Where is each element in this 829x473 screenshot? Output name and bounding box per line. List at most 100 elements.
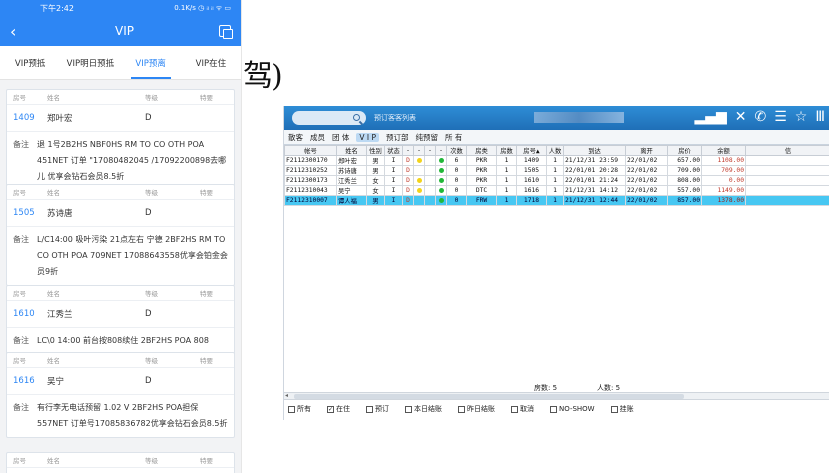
checkbox-icon[interactable]: [610, 405, 618, 413]
col-account[interactable]: 帐号: [284, 145, 337, 156]
cell-account: F2112310252: [284, 165, 337, 176]
filter-0[interactable]: 所有: [288, 404, 311, 414]
cell-name: 江秀兰: [336, 175, 367, 186]
guest-card[interactable]: 房号 姓名 等级 特要 1610 江秀兰 D 备注 LC\0 14:00 前台按…: [6, 285, 235, 355]
room-number[interactable]: 1616: [13, 376, 47, 386]
guest-card[interactable]: 房号 姓名 等级 特要 1505 苏诗唐 D 备注 L/C14:00 吸叶污染 …: [6, 184, 235, 286]
col-flag-1[interactable]: -: [402, 145, 414, 156]
cell-flag-4: [435, 175, 447, 186]
cell-flag-2: [413, 185, 425, 196]
menu-vip[interactable]: V I P: [356, 132, 380, 142]
menu-member[interactable]: 成员: [310, 132, 325, 143]
menu-reserve-only[interactable]: 纯预留: [416, 132, 439, 143]
horizontal-scrollbar[interactable]: ◂: [284, 392, 829, 400]
search-box[interactable]: [292, 111, 366, 125]
col-room-number[interactable]: 房号▲: [516, 145, 547, 156]
filter-label: 预订: [375, 405, 389, 413]
col-arrival[interactable]: 到达: [563, 145, 626, 156]
room-number[interactable]: 1409: [13, 113, 47, 123]
checkbox-icon[interactable]: [366, 405, 373, 413]
header-room: 房号: [13, 189, 26, 197]
signal-icon[interactable]: ▂▄▆: [694, 109, 726, 125]
note-text: 有行李无电话预留 1.02 V 2BF2HS POA担保 557NET 订单号1…: [37, 403, 228, 428]
col-name[interactable]: 姓名: [336, 145, 367, 156]
table-row[interactable]: F2112300173 江秀兰女 I D 0 PKR 1 1610 1 22/01/01 21:2…: [284, 175, 829, 186]
table-row[interactable]: F2112300170 郑叶宏男 I D 6 PKR 1 1409 1 21/12/31 23:5…: [284, 155, 829, 166]
guest-table: 帐号 姓名 性别 状态 - - - - 次数 房类 房数 房号▲ 人数 到达 离…: [284, 145, 829, 206]
room-number[interactable]: 1610: [13, 309, 47, 319]
menu-all[interactable]: 所 有: [445, 132, 462, 143]
header-grade: 等级: [145, 290, 158, 298]
col-flag-4[interactable]: -: [435, 145, 447, 156]
header-name: 姓名: [47, 457, 60, 465]
col-departure[interactable]: 离开: [625, 145, 668, 156]
col-guests[interactable]: 人数: [546, 145, 564, 156]
phone-icon[interactable]: ✆: [754, 109, 766, 125]
tab-vip-arrival[interactable]: VIP预抵: [0, 46, 60, 79]
table-row[interactable]: F2112310252 苏诗唐男 I D 0 PKR 1 1505 1 22/01/01 20:2…: [284, 165, 829, 176]
status-bar: 下午2:42 0.1K/s ◷ ᵢₗ ᵢₗ ᯤ ▭: [0, 0, 241, 16]
checkbox-icon[interactable]: [511, 405, 518, 413]
yellow-status-dot-icon: [416, 187, 422, 193]
filter-6[interactable]: NO-SHOW: [550, 404, 595, 414]
filter-1[interactable]: ✓ 在住: [327, 404, 350, 414]
cell-rate: 857.00: [667, 195, 702, 206]
tab-vip-departure[interactable]: VIP预离: [121, 46, 181, 79]
col-flag-2[interactable]: -: [413, 145, 425, 156]
filter-4[interactable]: 昨日结账: [458, 404, 495, 414]
checkbox-icon[interactable]: ✓: [327, 405, 334, 413]
col-credit[interactable]: 信: [745, 145, 829, 156]
menu-walkin[interactable]: 散客: [288, 132, 303, 143]
menu-booking-dept[interactable]: 预订部: [386, 132, 409, 143]
guest-card[interactable]: 房号 姓名 等级 特要: [6, 452, 235, 473]
col-gender[interactable]: 性别: [366, 145, 385, 156]
cell-flag-1: D: [402, 175, 414, 186]
tab-vip-tomorrow-arrival[interactable]: VIP明日预抵: [60, 46, 120, 79]
guest-row: 1409 郑叶宏 D: [7, 105, 234, 132]
guest-card[interactable]: 房号 姓名 等级 特要 1409 郑叶宏 D 备注 退 1号2B2HS NBF0…: [6, 89, 235, 191]
checkbox-icon[interactable]: [458, 405, 465, 413]
header-name: 姓名: [47, 189, 60, 197]
room-number[interactable]: 1505: [13, 208, 47, 218]
checkbox-icon[interactable]: [288, 405, 295, 413]
pms-toolbar: 预订客客列表 ▂▄▆ ✕ ✆ ☰ ☆ Ⅲ: [284, 106, 829, 130]
cell-room-count: 1: [496, 155, 517, 166]
copy-icon[interactable]: [218, 25, 233, 39]
cell-status: I: [384, 165, 403, 176]
status-time: 下午2:42: [40, 3, 74, 13]
back-arrow-icon[interactable]: ‹: [10, 22, 30, 41]
cell-account: F2112310043: [284, 185, 337, 196]
col-rate[interactable]: 房价: [667, 145, 702, 156]
filter-3[interactable]: 本日结账: [405, 404, 442, 414]
guest-name: 江秀兰: [47, 310, 73, 320]
cell-room-count: 1: [496, 185, 517, 196]
col-room-count[interactable]: 房数: [496, 145, 517, 156]
scroll-thumb[interactable]: [294, 394, 684, 399]
cell-arrival: 22/01/01 20:28: [563, 165, 626, 176]
filter-7[interactable]: 挂账: [610, 404, 634, 414]
checkbox-icon[interactable]: [405, 405, 412, 413]
col-visits[interactable]: 次数: [446, 145, 467, 156]
tab-vip-in-house[interactable]: VIP在住: [181, 46, 241, 79]
col-status[interactable]: 状态: [384, 145, 403, 156]
tools-icon[interactable]: ✕: [735, 109, 747, 125]
col-balance[interactable]: 余额: [701, 145, 746, 156]
cell-departure: 22/01/02: [625, 155, 668, 166]
cell-room-number: 1616: [516, 185, 547, 196]
scroll-left-icon[interactable]: ◂: [285, 392, 288, 399]
menu-icon[interactable]: ☰: [774, 109, 787, 125]
filter-2[interactable]: 预订: [366, 404, 389, 414]
star-icon[interactable]: ☆: [795, 109, 808, 125]
checkbox-icon[interactable]: [550, 405, 557, 413]
cell-flag-1: D: [402, 155, 414, 166]
table-row[interactable]: F2112310007 谭人福男 I D 0 FRW 1 1718 1 21/12/31 12:4…: [284, 195, 829, 206]
filter-5[interactable]: 取消: [511, 404, 534, 414]
note-text: L/C14:00 吸叶污染 21点左右 宁德 2BF2HS RM TO CO O…: [37, 235, 228, 276]
cell-room-type: PKR: [466, 165, 497, 176]
col-flag-3[interactable]: -: [424, 145, 436, 156]
table-row[interactable]: F2112310043 吴宁女 I D 0 DTC 1 1616 1 21/12/31 14:12…: [284, 185, 829, 196]
columns-icon[interactable]: Ⅲ: [815, 109, 825, 125]
guest-card[interactable]: 房号 姓名 等级 特要 1616 吴宁 D 备注 有行李无电话预留 1.02 V…: [6, 352, 235, 438]
col-room-type[interactable]: 房类: [466, 145, 497, 156]
menu-group[interactable]: 团 体: [332, 132, 349, 143]
